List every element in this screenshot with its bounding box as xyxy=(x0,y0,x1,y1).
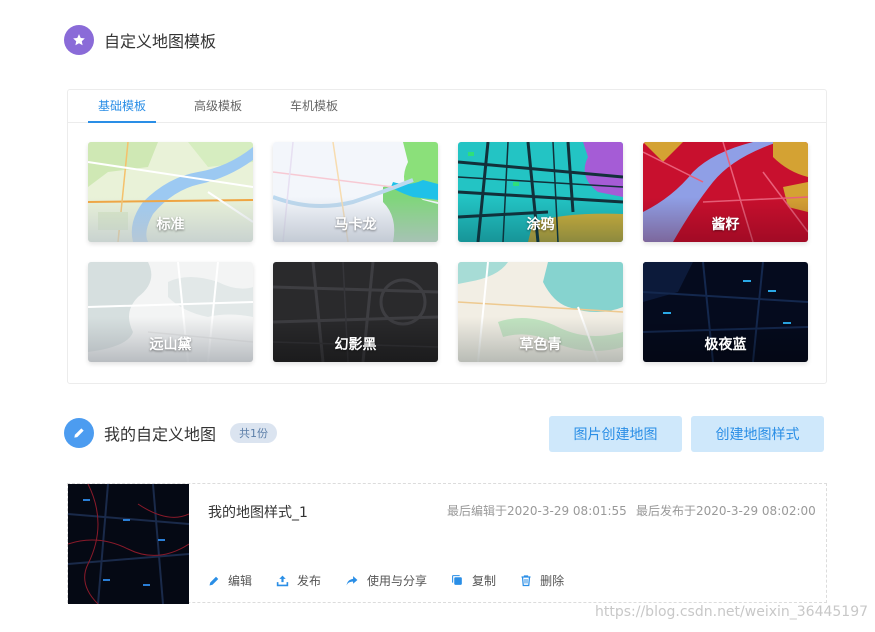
edit-icon xyxy=(208,575,220,587)
template-label-macaron: 马卡龙 xyxy=(334,217,377,233)
publish-action[interactable]: 发布 xyxy=(276,572,321,589)
template-label-yuanshandai: 远山黛 xyxy=(149,337,192,353)
template-card-polar-night-blue[interactable]: 极夜蓝 xyxy=(643,262,808,362)
copy-action[interactable]: 复制 xyxy=(451,572,496,589)
trash-icon xyxy=(520,574,532,587)
watermark: https://blog.csdn.net/weixin_36445197 xyxy=(595,604,869,620)
template-card-macaron[interactable]: 马卡龙 xyxy=(273,142,438,242)
template-tabs: 基础模板 高级模板 车机模板 xyxy=(68,90,826,123)
template-card-jiangzi[interactable]: 酱籽 xyxy=(643,142,808,242)
edit-action[interactable]: 编辑 xyxy=(208,572,252,589)
upload-icon xyxy=(276,574,289,587)
template-label-jiangzi: 酱籽 xyxy=(711,217,740,233)
map-thumbnail[interactable] xyxy=(68,484,189,604)
template-label-phantom-black: 幻影黑 xyxy=(334,337,377,353)
templates-section-title: 自定义地图模板 xyxy=(104,32,217,51)
map-name: 我的地图样式_1 xyxy=(208,505,308,521)
pencil-icon xyxy=(64,418,94,448)
template-card-standard[interactable]: 标准 xyxy=(88,142,253,242)
template-card-yuanshandai[interactable]: 远山黛 xyxy=(88,262,253,362)
my-maps-section-title: 我的自定义地图 xyxy=(104,425,217,444)
map-list-item: 我的地图样式_1 最后编辑于2020-3-29 08:01:55 最后发布于20… xyxy=(67,483,827,604)
copy-icon xyxy=(451,574,464,587)
tab-basic-templates[interactable]: 基础模板 xyxy=(88,90,157,123)
template-label-graffiti: 涂鸦 xyxy=(526,217,555,233)
share-icon xyxy=(345,574,359,587)
use-share-action[interactable]: 使用与分享 xyxy=(345,572,427,589)
last-published-time: 最后发布于2020-3-29 08:02:00 xyxy=(636,504,816,518)
templates-section-header: 自定义地图模板 xyxy=(64,25,216,55)
template-label-grass-green: 草色青 xyxy=(519,337,562,353)
template-card-phantom-black[interactable]: 幻影黑 xyxy=(273,262,438,362)
map-actions: 编辑 发布 使用与分享 复制 删除 xyxy=(208,572,588,589)
template-card-grass-green[interactable]: 草色青 xyxy=(458,262,623,362)
map-count-badge: 共1份 xyxy=(230,423,278,443)
my-maps-section-header: 我的自定义地图 共1份 xyxy=(64,418,278,448)
tab-advanced-templates[interactable]: 高级模板 xyxy=(184,90,252,123)
template-card-graffiti[interactable]: 涂鸦 xyxy=(458,142,623,242)
star-icon xyxy=(64,25,94,55)
template-label-polar-night-blue: 极夜蓝 xyxy=(704,337,747,353)
template-label-standard: 标准 xyxy=(156,217,185,233)
template-panel: 基础模板 高级模板 车机模板 标准 马卡龙 涂鸦 酱籽 远山黛 幻影黑 草色青 … xyxy=(67,89,827,384)
delete-action[interactable]: 删除 xyxy=(520,572,564,589)
image-create-map-button[interactable]: 图片创建地图 xyxy=(549,416,682,452)
tab-car-templates[interactable]: 车机模板 xyxy=(280,90,348,123)
last-edited-time: 最后编辑于2020-3-29 08:01:55 xyxy=(447,504,627,518)
create-map-style-button[interactable]: 创建地图样式 xyxy=(691,416,824,452)
